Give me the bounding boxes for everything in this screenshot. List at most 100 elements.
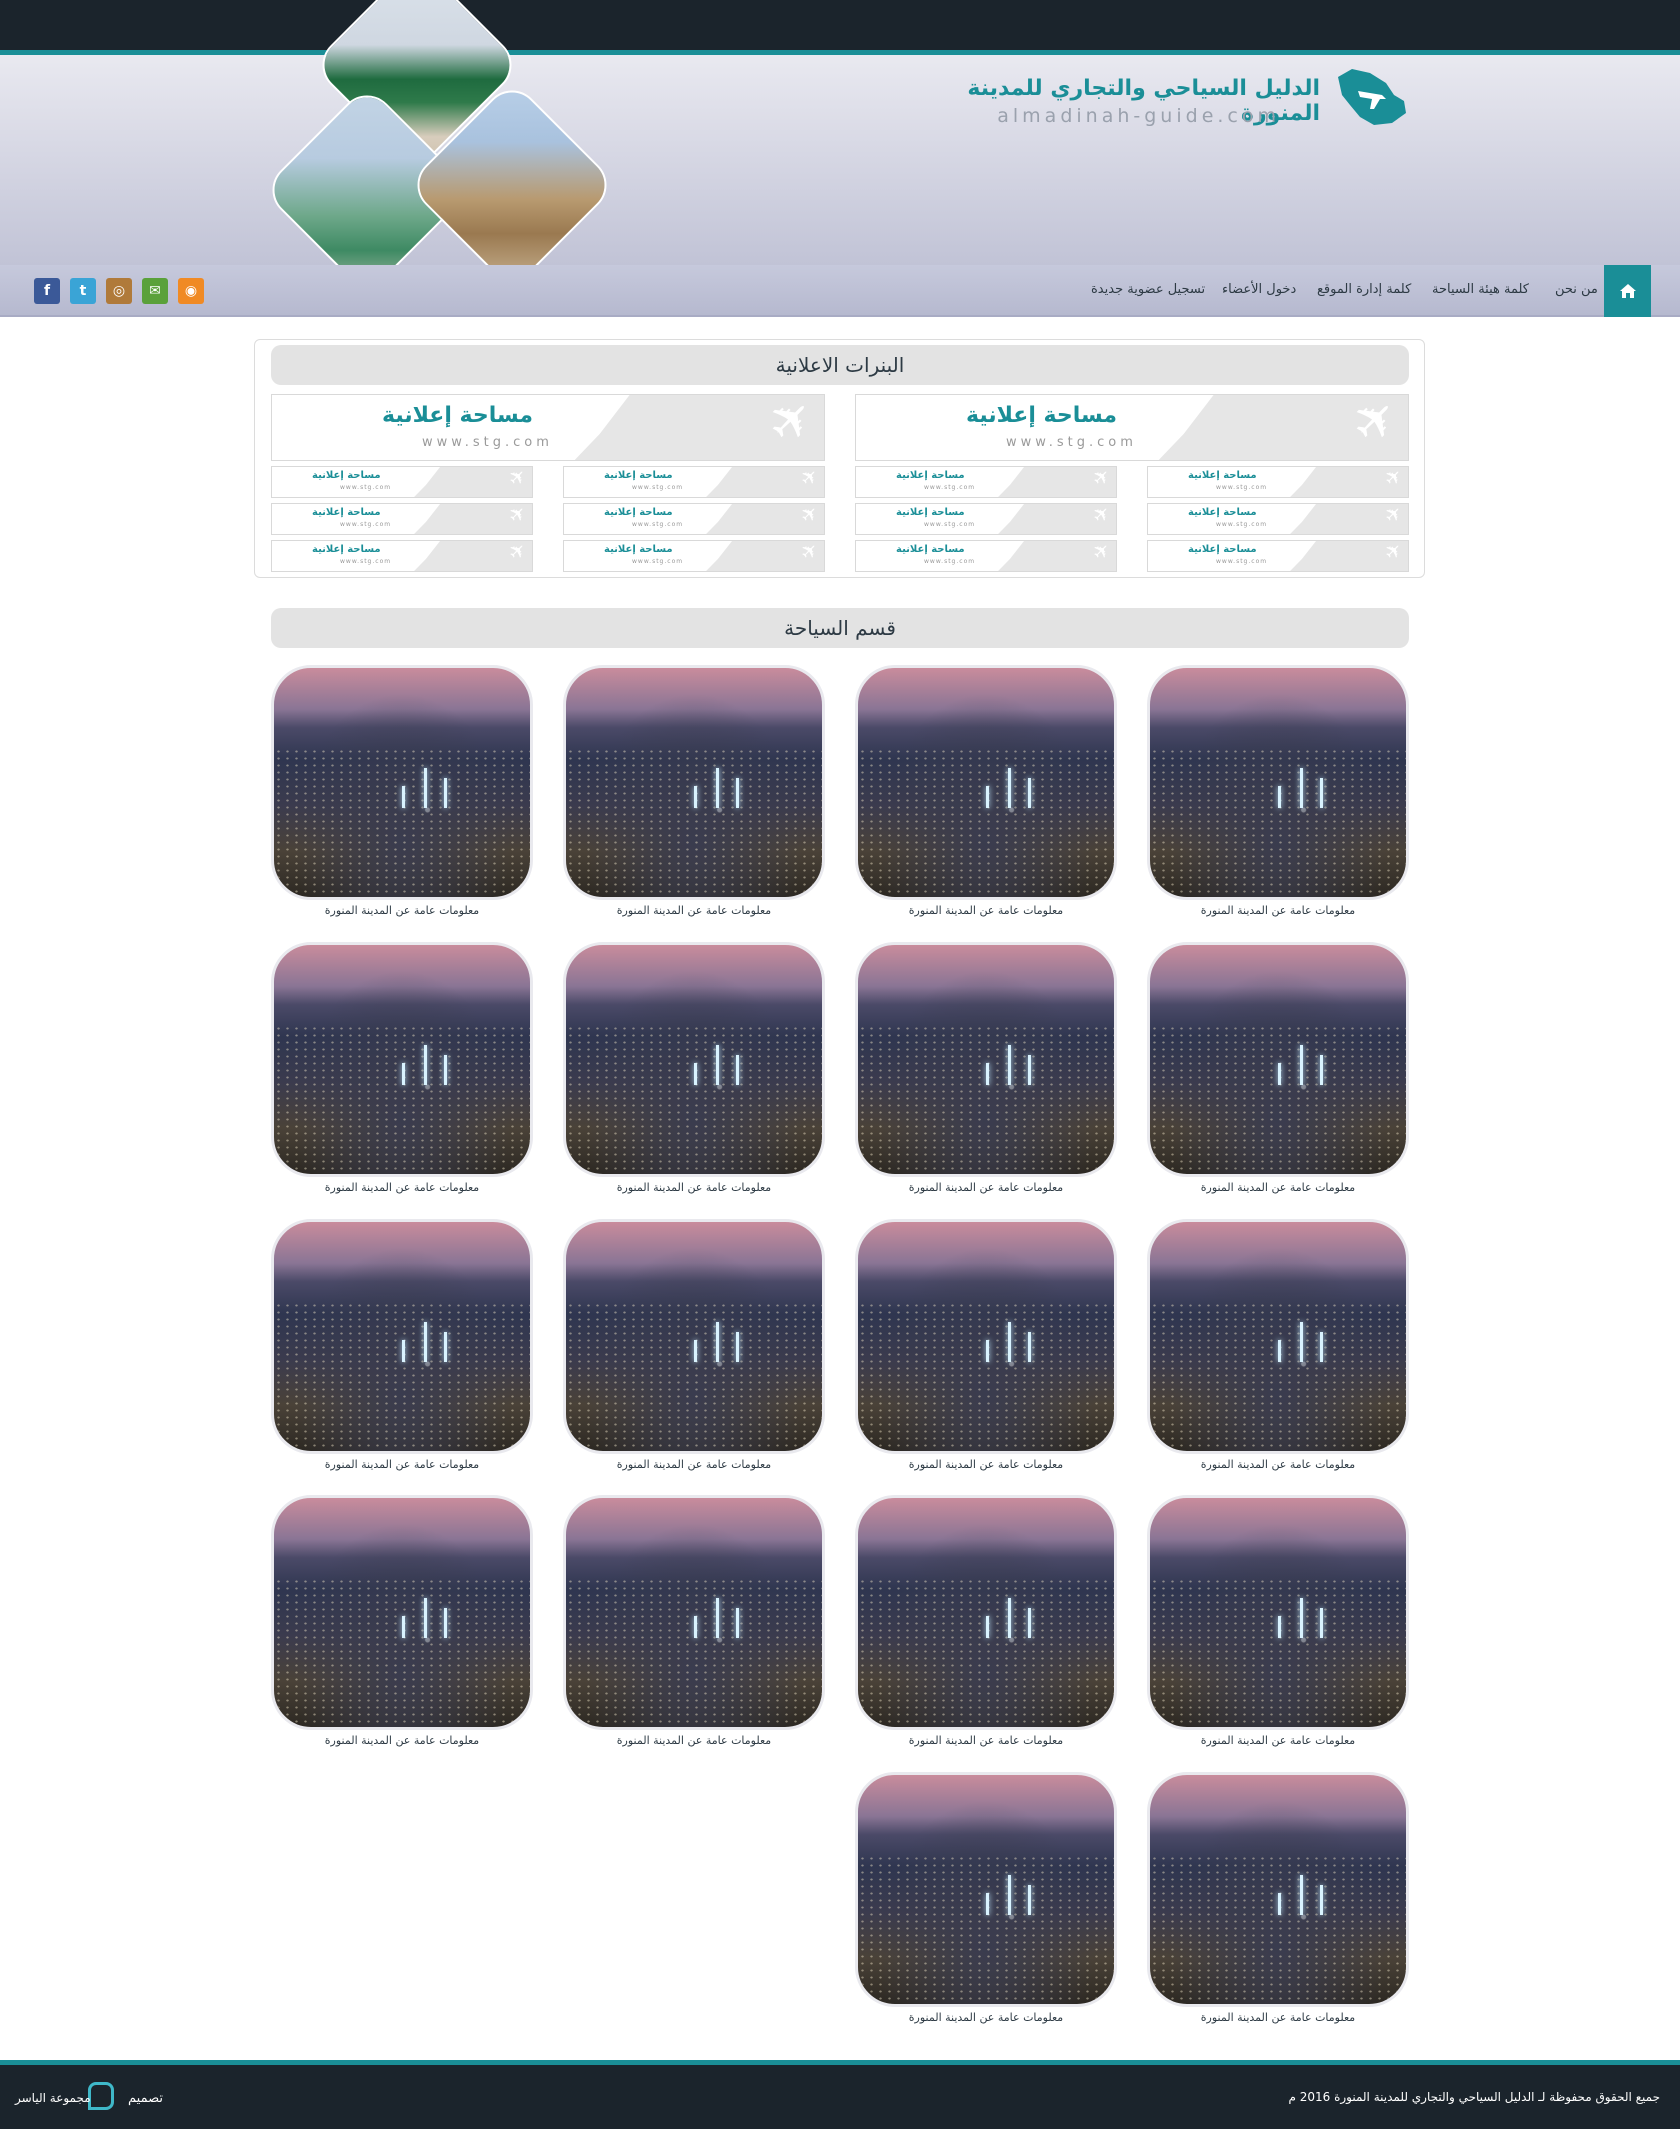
city-night-photo[interactable] — [855, 1219, 1117, 1454]
ad-banner-small[interactable]: ✈ مساحة إعلانية www.stg.com — [1147, 503, 1409, 535]
ad-banner-small[interactable]: ✈ مساحة إعلانية www.stg.com — [271, 503, 533, 535]
tourism-card[interactable]: معلومات عامة عن المدينة المنورة — [1147, 1495, 1409, 1747]
ad-banner-small[interactable]: ✈ مساحة إعلانية www.stg.com — [855, 503, 1117, 535]
tourism-card[interactable]: معلومات عامة عن المدينة المنورة — [1147, 1219, 1409, 1471]
city-night-photo[interactable] — [855, 1495, 1117, 1730]
ad-banner-large-left[interactable]: ✈ مساحة إعلانية www.stg.com — [271, 394, 825, 461]
ad-banner-small[interactable]: ✈ مساحة إعلانية www.stg.com — [855, 466, 1117, 498]
ad-url: www.stg.com — [340, 484, 392, 491]
tourism-card[interactable]: معلومات عامة عن المدينة المنورة — [563, 1219, 825, 1471]
tourism-card-caption[interactable]: معلومات عامة عن المدينة المنورة — [1147, 904, 1409, 917]
minaret-light — [1278, 786, 1281, 808]
tourism-card[interactable]: معلومات عامة عن المدينة المنورة — [271, 1495, 533, 1747]
ad-banner-small[interactable]: ✈ مساحة إعلانية www.stg.com — [271, 540, 533, 572]
minaret-light — [1278, 1340, 1281, 1362]
nav-tourism-authority[interactable]: كلمة هيئة السياحة — [1432, 282, 1529, 297]
ad-banner-small[interactable]: ✈ مساحة إعلانية www.stg.com — [1147, 466, 1409, 498]
minaret-light — [1300, 1045, 1303, 1085]
minaret-light — [986, 1616, 989, 1638]
ad-url: www.stg.com — [1216, 558, 1268, 565]
ad-banner-large-right[interactable]: ✈ مساحة إعلانية www.stg.com — [855, 394, 1409, 461]
saudi-map-icon — [1338, 69, 1406, 125]
ad-banner-small[interactable]: ✈ مساحة إعلانية www.stg.com — [563, 466, 825, 498]
nav-management-word[interactable]: كلمة إدارة الموقع — [1317, 282, 1411, 297]
footer-designer-name[interactable]: مجموعة الياسر — [15, 2091, 91, 2105]
tourism-card-caption[interactable]: معلومات عامة عن المدينة المنورة — [1147, 1734, 1409, 1747]
city-night-photo[interactable] — [1147, 1495, 1409, 1730]
ad-url: www.stg.com — [632, 484, 684, 491]
nav-about[interactable]: من نحن — [1555, 282, 1598, 297]
city-night-photo[interactable] — [271, 665, 533, 900]
tourism-card-caption[interactable]: معلومات عامة عن المدينة المنورة — [855, 2011, 1117, 2024]
city-night-photo[interactable] — [271, 1219, 533, 1454]
tourism-card-caption[interactable]: معلومات عامة عن المدينة المنورة — [271, 904, 533, 917]
city-lights — [1150, 1855, 1406, 2004]
ad-url: www.stg.com — [422, 435, 553, 450]
tourism-card[interactable]: معلومات عامة عن المدينة المنورة — [855, 942, 1117, 1194]
tourism-card[interactable]: معلومات عامة عن المدينة المنورة — [855, 1495, 1117, 1747]
city-lights — [566, 1302, 822, 1451]
tourism-card-caption[interactable]: معلومات عامة عن المدينة المنورة — [563, 1181, 825, 1194]
tourism-card[interactable]: معلومات عامة عن المدينة المنورة — [1147, 665, 1409, 917]
city-night-photo[interactable] — [563, 942, 825, 1177]
city-lights — [566, 748, 822, 897]
city-night-photo[interactable] — [271, 1495, 533, 1730]
ad-url: www.stg.com — [924, 558, 976, 565]
ad-url: www.stg.com — [1006, 435, 1137, 450]
ad-banner-small[interactable]: ✈ مساحة إعلانية www.stg.com — [563, 540, 825, 572]
tourism-card-caption[interactable]: معلومات عامة عن المدينة المنورة — [855, 1181, 1117, 1194]
tourism-card[interactable]: معلومات عامة عن المدينة المنورة — [271, 942, 533, 1194]
tourism-card-caption[interactable]: معلومات عامة عن المدينة المنورة — [563, 1734, 825, 1747]
city-night-photo[interactable] — [855, 665, 1117, 900]
city-night-photo[interactable] — [1147, 1219, 1409, 1454]
city-night-photo[interactable] — [563, 1495, 825, 1730]
tourism-card[interactable]: معلومات عامة عن المدينة المنورة — [563, 942, 825, 1194]
tourism-card[interactable]: معلومات عامة عن المدينة المنورة — [855, 665, 1117, 917]
tourism-card[interactable]: معلومات عامة عن المدينة المنورة — [855, 1772, 1117, 2024]
designer-logo-icon[interactable] — [88, 2082, 114, 2110]
tourism-card-caption[interactable]: معلومات عامة عن المدينة المنورة — [855, 1734, 1117, 1747]
twitter-icon[interactable]: t — [70, 278, 96, 304]
tourism-card[interactable]: معلومات عامة عن المدينة المنورة — [271, 1219, 533, 1471]
tourism-card[interactable]: معلومات عامة عن المدينة المنورة — [855, 1219, 1117, 1471]
home-button[interactable] — [1604, 265, 1651, 317]
city-night-photo[interactable] — [271, 942, 533, 1177]
tourism-card-caption[interactable]: معلومات عامة عن المدينة المنورة — [1147, 1181, 1409, 1194]
tourism-card[interactable]: معلومات عامة عن المدينة المنورة — [563, 665, 825, 917]
nav-member-login[interactable]: دخول الأعضاء — [1222, 282, 1296, 297]
city-night-photo[interactable] — [855, 1772, 1117, 2007]
tourism-card-caption[interactable]: معلومات عامة عن المدينة المنورة — [855, 904, 1117, 917]
ad-banner-small[interactable]: ✈ مساحة إعلانية www.stg.com — [855, 540, 1117, 572]
tourism-card[interactable]: معلومات عامة عن المدينة المنورة — [1147, 942, 1409, 1194]
email-icon[interactable]: ✉ — [142, 278, 168, 304]
tourism-card-caption[interactable]: معلومات عامة عن المدينة المنورة — [1147, 2011, 1409, 2024]
instagram-icon[interactable]: ◎ — [106, 278, 132, 304]
tourism-card-caption[interactable]: معلومات عامة عن المدينة المنورة — [563, 1458, 825, 1471]
facebook-icon[interactable]: f — [34, 278, 60, 304]
rss-icon[interactable]: ◉ — [178, 278, 204, 304]
city-night-photo[interactable] — [563, 665, 825, 900]
city-night-photo[interactable] — [1147, 1772, 1409, 2007]
minaret-light — [402, 1063, 405, 1085]
tourism-card[interactable]: معلومات عامة عن المدينة المنورة — [563, 1495, 825, 1747]
tourism-card[interactable]: معلومات عامة عن المدينة المنورة — [1147, 1772, 1409, 2024]
tourism-card[interactable]: معلومات عامة عن المدينة المنورة — [271, 665, 533, 917]
minaret-light — [444, 1608, 447, 1638]
tourism-card-caption[interactable]: معلومات عامة عن المدينة المنورة — [271, 1458, 533, 1471]
ad-banner-small[interactable]: ✈ مساحة إعلانية www.stg.com — [563, 503, 825, 535]
minaret-light — [402, 1616, 405, 1638]
city-lights — [1150, 1025, 1406, 1174]
tourism-card-caption[interactable]: معلومات عامة عن المدينة المنورة — [271, 1734, 533, 1747]
city-night-photo[interactable] — [1147, 942, 1409, 1177]
nav-register[interactable]: تسجيل عضوية جديدة — [1091, 282, 1205, 297]
ad-banner-small[interactable]: ✈ مساحة إعلانية www.stg.com — [271, 466, 533, 498]
city-night-photo[interactable] — [1147, 665, 1409, 900]
tourism-card-caption[interactable]: معلومات عامة عن المدينة المنورة — [271, 1181, 533, 1194]
tourism-card-caption[interactable]: معلومات عامة عن المدينة المنورة — [855, 1458, 1117, 1471]
minaret-light — [986, 786, 989, 808]
city-night-photo[interactable] — [855, 942, 1117, 1177]
ad-banner-small[interactable]: ✈ مساحة إعلانية www.stg.com — [1147, 540, 1409, 572]
tourism-card-caption[interactable]: معلومات عامة عن المدينة المنورة — [1147, 1458, 1409, 1471]
tourism-card-caption[interactable]: معلومات عامة عن المدينة المنورة — [563, 904, 825, 917]
city-night-photo[interactable] — [563, 1219, 825, 1454]
